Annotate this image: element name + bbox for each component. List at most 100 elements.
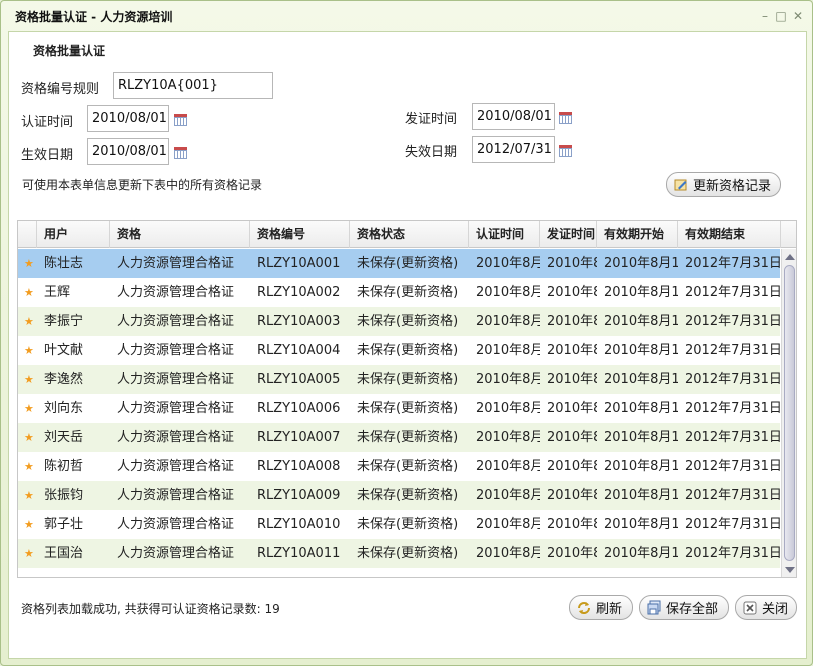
cert-time-label: 认证时间: [21, 115, 74, 130]
cell-code: RLZY10A002: [257, 285, 341, 300]
cell-status: 未保存(更新资格): [357, 488, 459, 503]
column-header-code[interactable]: 资格编号: [250, 221, 350, 248]
calendar-icon[interactable]: [174, 147, 187, 159]
issue-time-label: 发证时间: [405, 112, 458, 127]
cell-user: 陈壮志: [44, 256, 84, 271]
cert-time-input[interactable]: 2010/08/01: [87, 105, 169, 132]
cell-cert-time: 2010年8月: [476, 430, 540, 445]
table-row[interactable]: ★ 李振宁 人力资源管理合格证 RLZY10A003 未保存(更新资格) 2010年8月 2…: [18, 307, 781, 336]
close-button[interactable]: 关闭: [735, 595, 797, 620]
cell-cert-time: 2010年8月: [476, 285, 540, 300]
scrollbar-thumb[interactable]: [784, 265, 795, 561]
table-row[interactable]: ★ 叶文献 人力资源管理合格证 RLZY10A004 未保存(更新资格) 2010年8月 2…: [18, 336, 781, 365]
cell-user: 郭子壮: [44, 517, 84, 532]
cell-status: 未保存(更新资格): [357, 546, 459, 561]
cell-code: RLZY10A007: [257, 430, 341, 445]
table-row[interactable]: ★ 王辉 人力资源管理合格证 RLZY10A002 未保存(更新资格) 2010年8月 20…: [18, 278, 781, 307]
unsaved-star-icon: ★: [24, 460, 34, 473]
refresh-icon: [576, 600, 592, 616]
cell-valid-start: 2010年8月1: [604, 459, 678, 474]
column-header-user[interactable]: 用户: [37, 221, 110, 248]
cell-cert-time: 2010年8月: [476, 314, 540, 329]
calendar-icon[interactable]: [174, 114, 187, 126]
cell-issue-time: 2010年8: [547, 401, 597, 416]
column-header-status[interactable]: 资格状态: [350, 221, 469, 248]
dialog-window: 资格批量认证 - 人力资源培训 – □ ✕ 资格批量认证 资格编号规则 RLZY…: [0, 0, 813, 666]
cell-issue-time: 2010年8: [547, 488, 597, 503]
cell-code: RLZY10A006: [257, 401, 341, 416]
cell-status: 未保存(更新资格): [357, 517, 459, 532]
cell-qualification: 人力资源管理合格证: [117, 372, 235, 387]
cell-valid-start: 2010年8月1: [604, 546, 678, 561]
cell-cert-time: 2010年8月: [476, 401, 540, 416]
refresh-label: 刷新: [596, 602, 623, 617]
minimize-icon[interactable]: –: [757, 8, 773, 24]
effective-input[interactable]: 2010/08/01: [87, 138, 169, 165]
table-row[interactable]: ★ 李逸然 人力资源管理合格证 RLZY10A005 未保存(更新资格) 2010年8月 2…: [18, 365, 781, 394]
expire-input[interactable]: 2012/07/31: [472, 136, 555, 163]
cell-issue-time: 2010年8: [547, 517, 597, 532]
scroll-up-icon[interactable]: [785, 254, 795, 260]
cell-code: RLZY10A009: [257, 488, 341, 503]
cell-cert-time: 2010年8月: [476, 372, 540, 387]
calendar-icon[interactable]: [559, 112, 572, 124]
calendar-icon[interactable]: [559, 145, 572, 157]
column-header-issue-time[interactable]: 发证时间: [540, 221, 597, 248]
column-header-qualification[interactable]: 资格: [110, 221, 250, 248]
table-row[interactable]: ★ 陈初哲 人力资源管理合格证 RLZY10A008 未保存(更新资格) 2010年8月 2…: [18, 452, 781, 481]
table-row[interactable]: ★ 刘向东 人力资源管理合格证 RLZY10A006 未保存(更新资格) 2010年8月 2…: [18, 394, 781, 423]
unsaved-star-icon: ★: [24, 257, 34, 270]
table-row[interactable]: ★ 郭子壮 人力资源管理合格证 RLZY10A010 未保存(更新资格) 2010年8月 2…: [18, 510, 781, 539]
cell-user: 王辉: [44, 285, 71, 300]
update-records-button[interactable]: 更新资格记录: [666, 172, 781, 197]
status-text: 资格列表加载成功, 共获得可认证资格记录数: 19: [21, 602, 280, 616]
cell-status: 未保存(更新资格): [357, 285, 459, 300]
cell-valid-end: 2012年7月31日: [685, 285, 781, 300]
cell-status: 未保存(更新资格): [357, 401, 459, 416]
title-bar[interactable]: 资格批量认证 - 人力资源培训 – □ ✕: [1, 1, 812, 31]
vertical-scrollbar[interactable]: [781, 249, 796, 577]
cell-qualification: 人力资源管理合格证: [117, 343, 235, 358]
scroll-down-icon[interactable]: [785, 567, 795, 573]
issue-time-input[interactable]: 2010/08/01: [472, 103, 555, 130]
cell-issue-time: 2010年8: [547, 546, 597, 561]
cell-valid-start: 2010年8月1: [604, 256, 678, 271]
cell-user: 张振钧: [44, 488, 84, 503]
hint-text: 可使用本表单信息更新下表中的所有资格记录: [22, 178, 263, 192]
cell-status: 未保存(更新资格): [357, 256, 459, 271]
cell-qualification: 人力资源管理合格证: [117, 256, 235, 271]
cell-status: 未保存(更新资格): [357, 372, 459, 387]
effective-label: 生效日期: [21, 148, 74, 163]
cell-valid-start: 2010年8月1: [604, 285, 678, 300]
column-header-cert-time[interactable]: 认证时间: [469, 221, 540, 248]
cell-valid-start: 2010年8月1: [604, 517, 678, 532]
cell-valid-start: 2010年8月1: [604, 343, 678, 358]
window-title: 资格批量认证 - 人力资源培训: [15, 10, 173, 24]
unsaved-star-icon: ★: [24, 518, 34, 531]
maximize-icon[interactable]: □: [773, 8, 789, 24]
table-row[interactable]: ★ 陈壮志 人力资源管理合格证 RLZY10A001 未保存(更新资格) 2010年8月 2…: [18, 249, 781, 278]
table-row[interactable]: ★ 张振钧 人力资源管理合格证 RLZY10A009 未保存(更新资格) 2010年8月 2…: [18, 481, 781, 510]
refresh-button[interactable]: 刷新: [569, 595, 633, 620]
cell-valid-end: 2012年7月31日: [685, 372, 781, 387]
cell-status: 未保存(更新资格): [357, 459, 459, 474]
column-header-valid-start[interactable]: 有效期开始: [597, 221, 678, 248]
cell-cert-time: 2010年8月: [476, 459, 540, 474]
cell-qualification: 人力资源管理合格证: [117, 285, 235, 300]
cell-valid-end: 2012年7月31日: [685, 430, 781, 445]
cell-issue-time: 2010年8: [547, 256, 597, 271]
table-row[interactable]: ★ 刘天岳 人力资源管理合格证 RLZY10A007 未保存(更新资格) 2010年8月 2…: [18, 423, 781, 452]
cell-qualification: 人力资源管理合格证: [117, 546, 235, 561]
rule-input[interactable]: RLZY10A{001}: [113, 72, 273, 99]
table-row[interactable]: ★ 王国治 人力资源管理合格证 RLZY10A011 未保存(更新资格) 2010年8月 2…: [18, 539, 781, 568]
edit-document-icon: [673, 177, 689, 193]
close-icon[interactable]: ✕: [790, 8, 806, 24]
cell-code: RLZY10A003: [257, 314, 341, 329]
cell-cert-time: 2010年8月: [476, 488, 540, 503]
cell-code: RLZY10A010: [257, 517, 341, 532]
save-all-button[interactable]: 保存全部: [639, 595, 729, 620]
column-header-valid-end[interactable]: 有效期结束: [678, 221, 781, 248]
cell-valid-end: 2012年7月31日: [685, 314, 781, 329]
cell-valid-start: 2010年8月1: [604, 401, 678, 416]
cell-issue-time: 2010年8: [547, 343, 597, 358]
